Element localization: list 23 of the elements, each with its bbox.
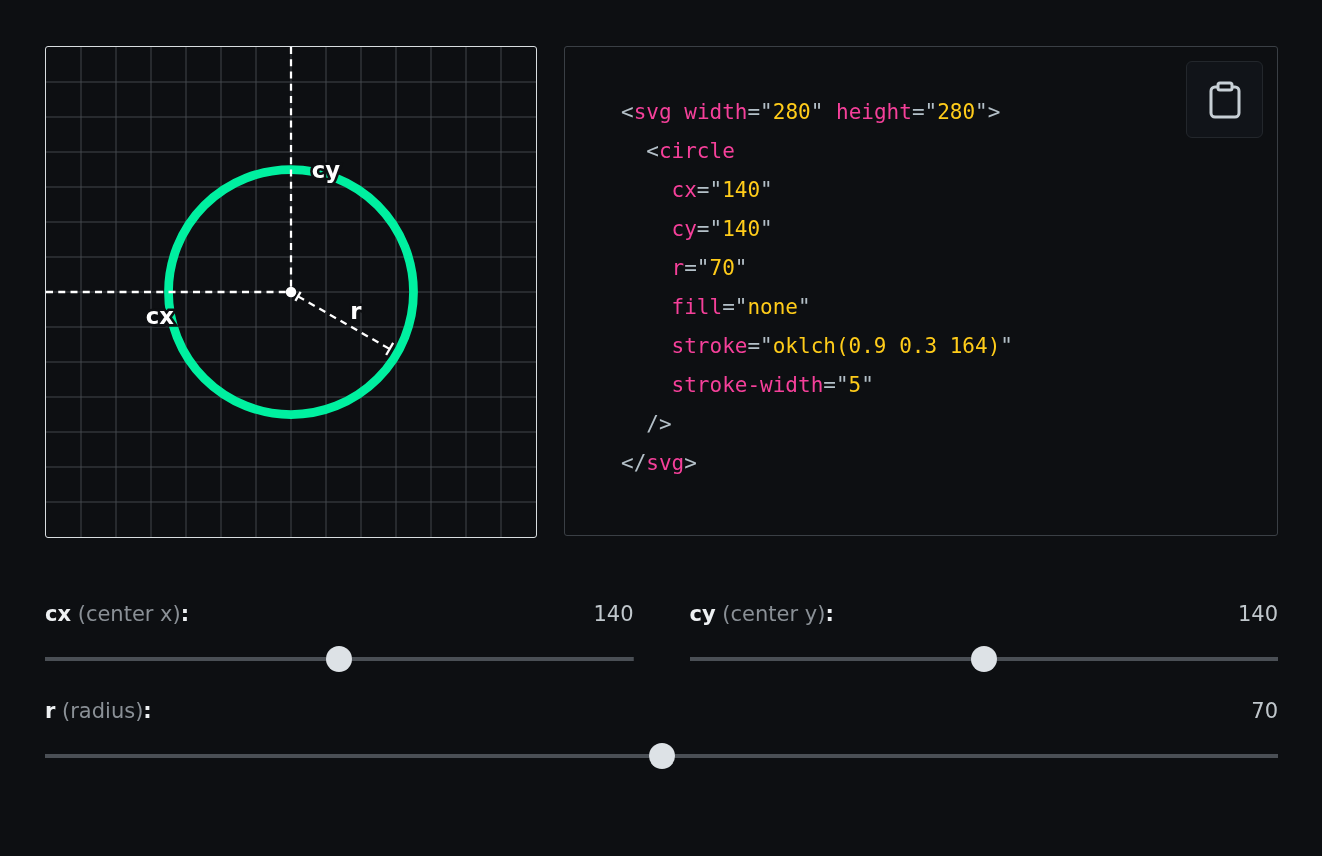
axis-label: r [350,297,362,324]
slider-label: r (radius): [45,699,152,723]
slider-thumb[interactable] [326,646,353,672]
slider-value: 140 [1237,602,1278,626]
code-line: cy="140" [671,216,773,243]
slider-value: 70 [1251,699,1278,723]
center-point [285,286,297,298]
code-line: stroke-width="5" [671,372,874,399]
slider-label: cy (center y): [689,602,834,626]
code-line: <svg width="280" height="280"> [621,99,1001,126]
code-line: r="70" [671,255,748,282]
slider-value: 140 [593,602,634,626]
code-line: </svg> [621,450,697,477]
code-line: stroke="oklch(0.9 0.3 164)" [671,333,1013,360]
slider-thumb[interactable] [648,743,675,769]
code-line: <circle [646,138,735,165]
slider-label: cx (center x): [45,602,190,626]
code-line: fill="none" [671,294,811,321]
code-line: cx="140" [671,177,773,204]
clipboard-icon [1207,80,1242,119]
copy-button[interactable] [1186,61,1263,138]
code-line: /> [646,411,672,438]
slider-thumb[interactable] [970,646,997,672]
